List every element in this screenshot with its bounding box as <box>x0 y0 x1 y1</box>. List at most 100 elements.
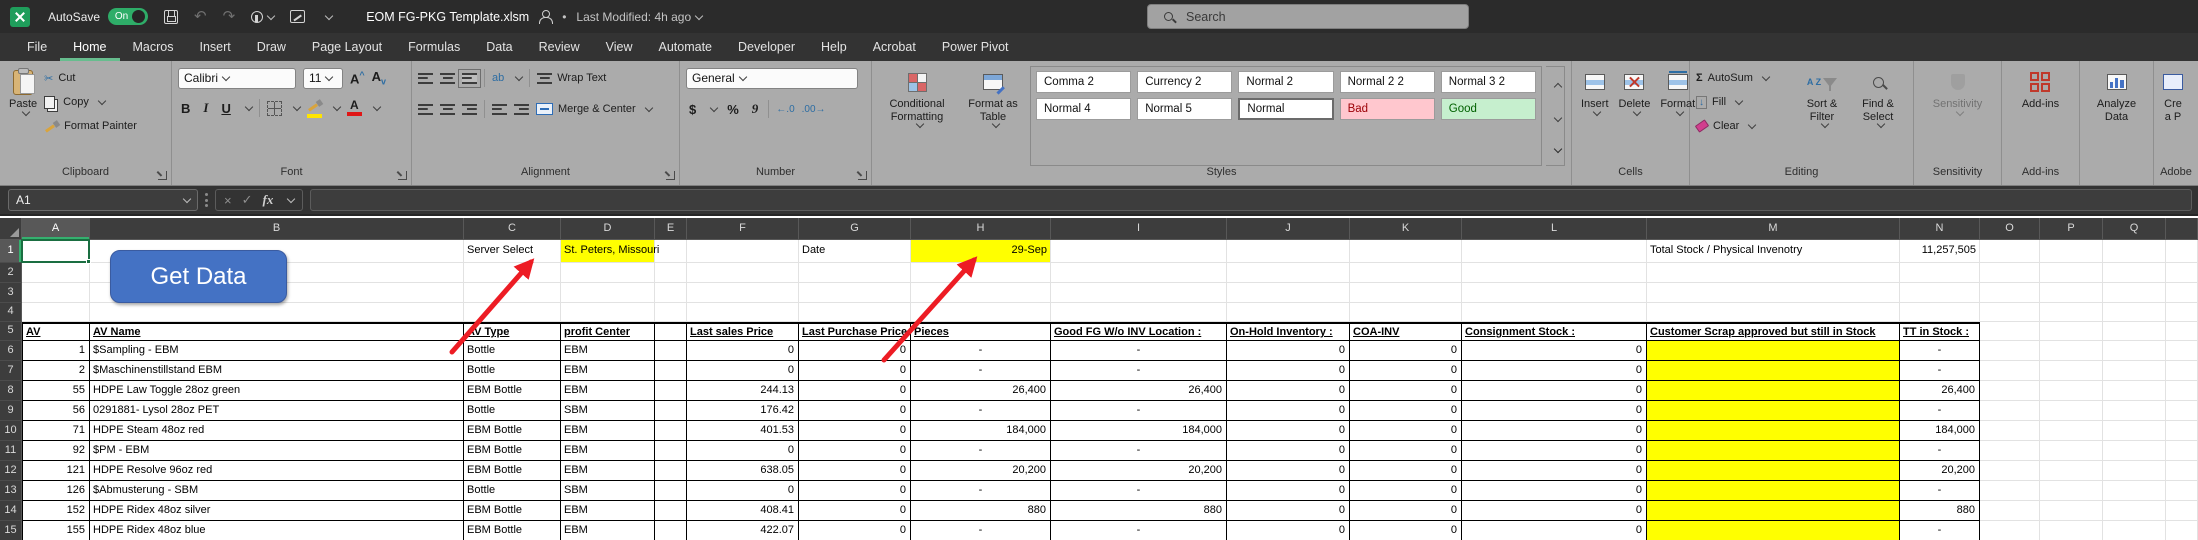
cell-E15[interactable] <box>655 521 687 540</box>
align-top-icon[interactable] <box>418 73 433 84</box>
autosum-button[interactable]: ΣAutoSum <box>1696 68 1792 88</box>
cell-Q10[interactable] <box>2103 421 2166 441</box>
cell-N5[interactable]: TT in Stock : <box>1900 322 1980 341</box>
cell-O7[interactable] <box>1980 361 2040 381</box>
cell-N7[interactable]: - <box>1900 361 1980 381</box>
cell-K8[interactable]: 0 <box>1350 381 1462 401</box>
cell-O15[interactable] <box>1980 521 2040 540</box>
style-normal-5[interactable]: Normal 5 <box>1137 98 1232 120</box>
excel-logo-icon[interactable] <box>10 7 30 27</box>
undo-icon[interactable]: ↶ <box>194 9 207 24</box>
cell-N3[interactable] <box>1900 283 1980 303</box>
cell-A9[interactable]: 56 <box>22 401 90 421</box>
cell-partial-10[interactable] <box>2166 421 2198 441</box>
cell-H1[interactable]: 29-Sep <box>911 240 1051 263</box>
cell-Q4[interactable] <box>2103 303 2166 322</box>
cell-partial-14[interactable] <box>2166 501 2198 521</box>
cell-D3[interactable] <box>561 283 655 303</box>
bold-button[interactable]: B <box>178 101 193 116</box>
sort-filter-button[interactable]: A Z Sort & Filter <box>1796 66 1848 166</box>
tab-file[interactable]: File <box>14 34 60 61</box>
analyze-data-button[interactable]: Analyze Data <box>2086 66 2147 166</box>
cell-Q7[interactable] <box>2103 361 2166 381</box>
cell-E12[interactable] <box>655 461 687 481</box>
cell-H7[interactable]: - <box>911 361 1051 381</box>
cell-K4[interactable] <box>1350 303 1462 322</box>
style-gallery-scroll[interactable] <box>1546 66 1565 166</box>
cell-A2[interactable] <box>22 263 90 283</box>
cell-partial-3[interactable] <box>2166 283 2198 303</box>
sensitivity-button[interactable]: Sensitivity <box>1930 66 1986 166</box>
cell-F9[interactable]: 176.42 <box>687 401 799 421</box>
format-painter-button[interactable]: Format Painter <box>44 116 137 136</box>
cell-L7[interactable]: 0 <box>1462 361 1647 381</box>
cell-N8[interactable]: 26,400 <box>1900 381 1980 401</box>
cell-F5[interactable]: Last sales Price <box>687 322 799 341</box>
cell-E7[interactable] <box>655 361 687 381</box>
cell-A4[interactable] <box>22 303 90 322</box>
italic-button[interactable]: I <box>200 100 211 116</box>
cell-B15[interactable]: HDPE Ridex 48oz blue <box>90 521 464 540</box>
name-box[interactable]: A1 <box>8 189 198 211</box>
cell-K3[interactable] <box>1350 283 1462 303</box>
insert-function-icon[interactable]: fx <box>263 192 274 208</box>
row-header-2[interactable]: 2 <box>0 263 22 283</box>
cell-P6[interactable] <box>2040 341 2103 361</box>
cell-I11[interactable]: - <box>1051 441 1227 461</box>
cell-A10[interactable]: 71 <box>22 421 90 441</box>
cell-I6[interactable]: - <box>1051 341 1227 361</box>
style-normal-3-2[interactable]: Normal 3 2 <box>1441 71 1536 93</box>
cell-A15[interactable]: 155 <box>22 521 90 540</box>
insert-cells-button[interactable]: Insert <box>1578 66 1612 166</box>
cell-B14[interactable]: HDPE Ridex 48oz silver <box>90 501 464 521</box>
cell-K12[interactable]: 0 <box>1350 461 1462 481</box>
underline-button[interactable]: U <box>218 101 233 116</box>
column-header-J[interactable]: J <box>1227 218 1350 240</box>
cell-P11[interactable] <box>2040 441 2103 461</box>
cell-D5[interactable]: profit Center <box>561 322 655 341</box>
cell-E4[interactable] <box>655 303 687 322</box>
fill-button[interactable]: ↓Fill <box>1696 92 1792 112</box>
cell-M14[interactable] <box>1647 501 1900 521</box>
tab-help[interactable]: Help <box>808 34 860 61</box>
cell-O1[interactable] <box>1980 240 2040 263</box>
cell-O12[interactable] <box>1980 461 2040 481</box>
cell-J15[interactable]: 0 <box>1227 521 1350 540</box>
style-bad[interactable]: Bad <box>1340 98 1435 120</box>
cell-E9[interactable] <box>655 401 687 421</box>
cell-Q11[interactable] <box>2103 441 2166 461</box>
cell-P7[interactable] <box>2040 361 2103 381</box>
style-normal[interactable]: Normal <box>1238 98 1333 120</box>
tab-page-layout[interactable]: Page Layout <box>299 34 395 61</box>
cell-A8[interactable]: 55 <box>22 381 90 401</box>
cell-C11[interactable]: EBM Bottle <box>464 441 561 461</box>
style-normal-2-2[interactable]: Normal 2 2 <box>1340 71 1435 93</box>
column-header-B[interactable]: B <box>90 218 464 240</box>
tab-insert[interactable]: Insert <box>186 34 243 61</box>
cell-G8[interactable]: 0 <box>799 381 911 401</box>
gallery-up-icon[interactable] <box>1553 82 1561 90</box>
cell-N14[interactable]: 880 <box>1900 501 1980 521</box>
cell-L10[interactable]: 0 <box>1462 421 1647 441</box>
cell-P12[interactable] <box>2040 461 2103 481</box>
cell-F4[interactable] <box>687 303 799 322</box>
cell-L4[interactable] <box>1462 303 1647 322</box>
merge-center-button[interactable]: Merge & Center <box>536 99 652 119</box>
shrink-font-button[interactable]: Av <box>372 69 386 87</box>
cell-J1[interactable] <box>1227 240 1350 263</box>
cell-P2[interactable] <box>2040 263 2103 283</box>
orientation-icon[interactable]: ab <box>492 72 504 84</box>
cell-A11[interactable]: 92 <box>22 441 90 461</box>
copy-button[interactable]: Copy <box>44 92 137 112</box>
cell-G4[interactable] <box>799 303 911 322</box>
cell-H10[interactable]: 184,000 <box>911 421 1051 441</box>
cell-D15[interactable]: EBM <box>561 521 655 540</box>
cell-N10[interactable]: 184,000 <box>1900 421 1980 441</box>
cell-D13[interactable]: SBM <box>561 481 655 501</box>
column-header-L[interactable]: L <box>1462 218 1647 240</box>
active-cell-A1[interactable] <box>21 239 90 263</box>
column-header-D[interactable]: D <box>561 218 655 240</box>
cell-L5[interactable]: Consignment Stock : <box>1462 322 1647 341</box>
adobe-create-pdf-button[interactable]: Cre a P <box>2160 66 2186 166</box>
cell-L12[interactable]: 0 <box>1462 461 1647 481</box>
